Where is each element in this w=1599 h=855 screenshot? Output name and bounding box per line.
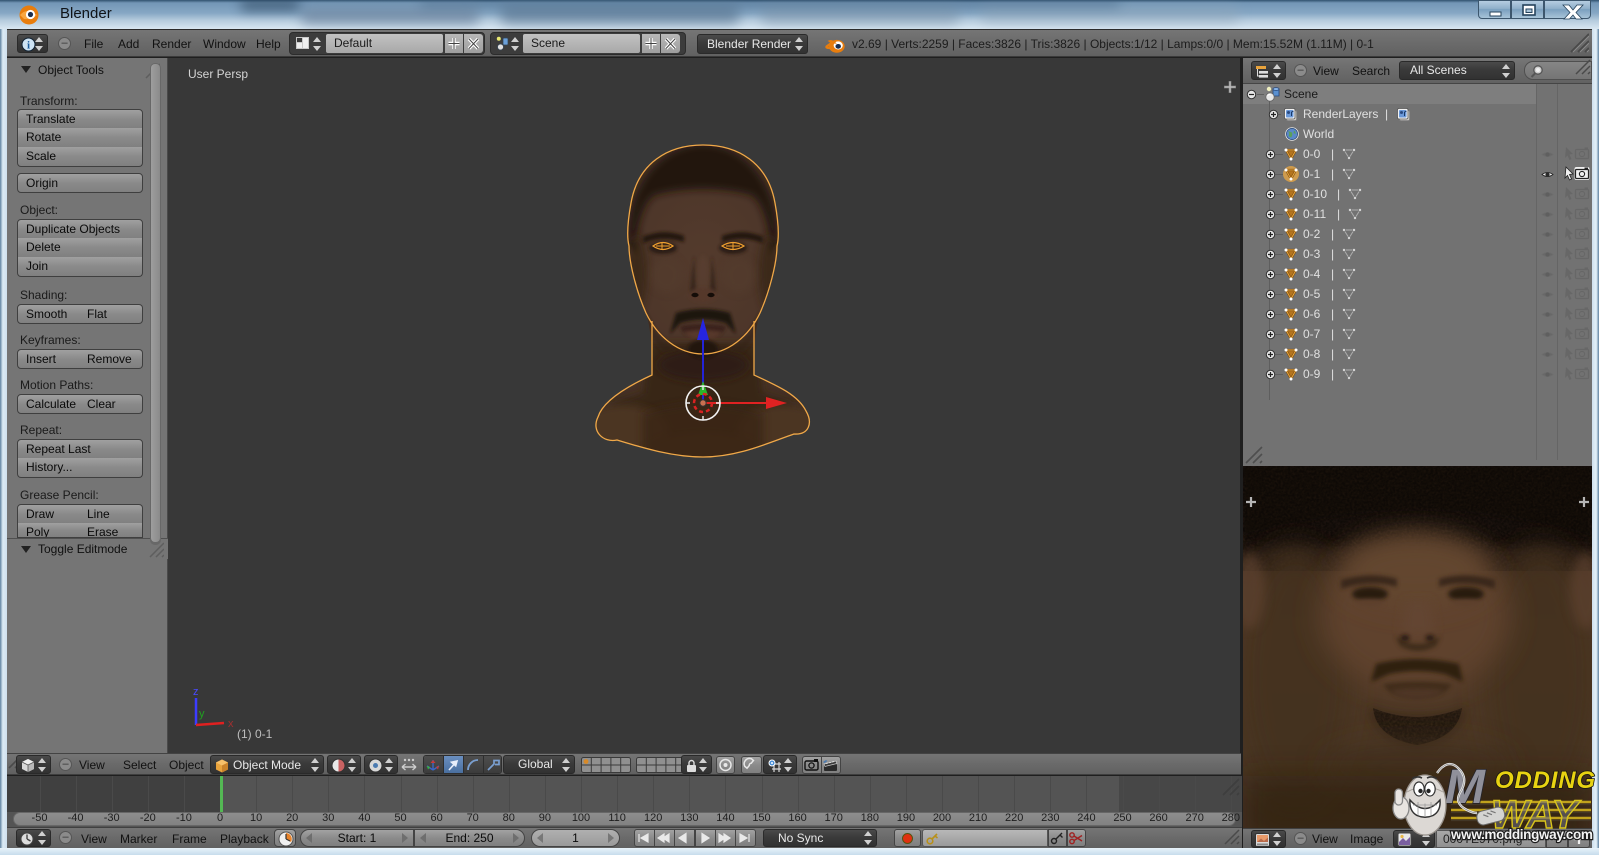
svg-text:M: M [1445, 761, 1486, 814]
svg-text:x: x [228, 718, 234, 730]
svg-text:www.moddingway.com: www.moddingway.com [1450, 827, 1593, 842]
svg-text:i: i [27, 40, 30, 52]
svg-text:y: y [199, 708, 205, 720]
svg-text:z: z [193, 686, 199, 698]
svg-text:ODDING: ODDING [1495, 767, 1595, 794]
